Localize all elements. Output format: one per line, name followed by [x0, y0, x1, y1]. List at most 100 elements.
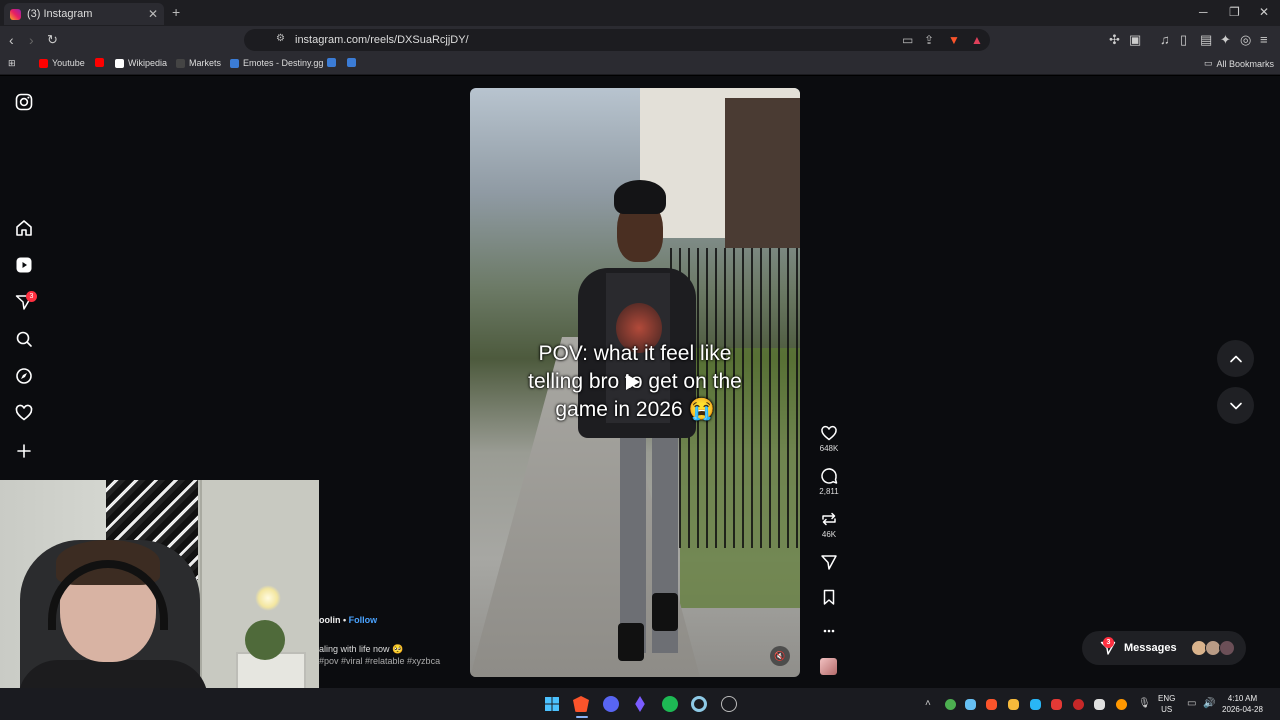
extensions-icon[interactable]: ✣: [1109, 32, 1120, 48]
brave-shields-icon[interactable]: ▼: [948, 33, 960, 47]
save-button[interactable]: [812, 588, 846, 606]
restore-button[interactable]: ❐: [1229, 5, 1240, 19]
youtube-icon: [39, 58, 48, 68]
messages-badge: 3: [1103, 637, 1114, 648]
comment-icon: [821, 468, 838, 484]
tray-app-icon-3[interactable]: [1073, 699, 1084, 710]
microphone-icon[interactable]: 🎙: [1138, 698, 1151, 709]
windows-taskbar: ˄ 🎙 ENG US ▭ 🔊 4:10 AM 2026-04-28: [0, 688, 1280, 720]
brave-browser-icon[interactable]: [573, 696, 589, 712]
network-icon[interactable]: ▭: [1187, 698, 1196, 709]
wallet-icon[interactable]: ▤: [1200, 32, 1212, 48]
discord-icon[interactable]: [603, 696, 619, 712]
bookmark-wikipedia[interactable]: Wikipedia: [115, 58, 167, 68]
all-bookmarks-button[interactable]: ▭ All Bookmarks: [1204, 58, 1274, 69]
explore-icon[interactable]: [14, 366, 34, 386]
create-post-icon[interactable]: [14, 441, 34, 461]
search-tray-icon[interactable]: [1116, 699, 1127, 710]
close-window-button[interactable]: ✕: [1259, 5, 1269, 19]
comment-count: 2,811: [819, 487, 839, 496]
vpn-tray-icon[interactable]: [1051, 699, 1062, 710]
apps-grid-icon[interactable]: ⊞: [8, 58, 16, 69]
play-icon[interactable]: [626, 374, 640, 390]
bookmarks-bar: ⊞ Youtube Wikipedia Markets Emotes - Des…: [0, 54, 1280, 75]
chrome-tray-icon[interactable]: [945, 699, 956, 710]
search-icon[interactable]: [14, 329, 34, 349]
brave-rewards-icon[interactable]: ▲: [971, 33, 983, 47]
messages-button[interactable]: 3 Messages: [1082, 631, 1246, 665]
bookmark-destiny-emotes[interactable]: Emotes - Destiny.gg: [230, 58, 323, 68]
cast-icon[interactable]: ▭: [902, 33, 913, 47]
chevron-down-icon: [1229, 402, 1242, 409]
tab-close-icon[interactable]: ✕: [148, 7, 158, 21]
tray-app-icon-1[interactable]: [1008, 699, 1019, 710]
post-hashtags[interactable]: #pov #viral #relatable #xyzbca: [319, 656, 440, 666]
steam-tray-icon[interactable]: [965, 699, 976, 710]
notifications-heart-icon[interactable]: [14, 403, 34, 423]
bookmark-youtube[interactable]: Youtube: [39, 58, 85, 68]
repost-count: 46K: [821, 530, 837, 539]
reload-icon[interactable]: ↻: [47, 32, 58, 48]
send-icon: [821, 555, 837, 570]
speaker-muted-icon: 🔇: [774, 651, 786, 661]
right-shoe: [652, 593, 678, 631]
post-author[interactable]: oolin • Follow: [319, 615, 377, 625]
post-description: aling with life now 🥺: [319, 644, 404, 654]
brave-tray-icon[interactable]: [986, 699, 997, 710]
obsidian-icon[interactable]: [635, 696, 645, 712]
follow-button[interactable]: Follow: [349, 615, 378, 625]
repost-button[interactable]: 46K: [812, 510, 846, 539]
site-info-icon[interactable]: ⚙: [276, 33, 285, 44]
new-tab-button[interactable]: +: [172, 4, 180, 20]
reels-icon[interactable]: [14, 255, 34, 275]
spotify-icon[interactable]: [662, 696, 678, 712]
system-clock[interactable]: 4:10 AM 2026-04-28: [1222, 693, 1263, 715]
destiny-icon: [327, 58, 336, 67]
more-dots-icon: [823, 629, 835, 633]
message-avatar-3: [1219, 640, 1235, 656]
more-options-button[interactable]: [812, 622, 846, 640]
leo-ai-icon[interactable]: ✦: [1220, 32, 1231, 48]
bookmark-markets[interactable]: Markets: [176, 58, 221, 68]
mute-button[interactable]: 🔇: [770, 646, 790, 666]
left-shoe: [618, 623, 644, 661]
vpn-icon[interactable]: ◎: [1240, 32, 1251, 48]
sidebar-toggle-icon[interactable]: ▯: [1180, 32, 1187, 48]
address-bar[interactable]: ⚙ instagram.com/reels/DXSuaRcjjDY/ ▭ ⇪ ▼…: [244, 29, 990, 51]
lamp-glow: [255, 585, 281, 611]
input-language[interactable]: ENG US: [1158, 693, 1175, 715]
wikipedia-icon: [115, 58, 124, 68]
bookmark-destiny-3[interactable]: [347, 58, 356, 67]
media-icon[interactable]: ♫: [1160, 32, 1170, 47]
previous-reel-button[interactable]: [1217, 340, 1254, 377]
tab-instagram[interactable]: (3) Instagram ✕: [4, 3, 164, 25]
author-username[interactable]: oolin: [319, 615, 341, 625]
bookmark-youtube-2[interactable]: [95, 58, 104, 67]
back-icon[interactable]: ‹: [9, 32, 14, 48]
reel-video[interactable]: POV: what it feel like telling bro to ge…: [470, 88, 800, 677]
share-icon[interactable]: ⇪: [924, 33, 934, 47]
webcam-overlay: [0, 480, 319, 720]
share-button[interactable]: [812, 553, 846, 571]
menu-icon[interactable]: ≡: [1260, 32, 1268, 47]
ccleaner-icon[interactable]: [691, 696, 707, 712]
audio-thumbnail[interactable]: [820, 658, 837, 675]
instagram-logo-icon[interactable]: [14, 92, 34, 112]
bookmark-icon: [823, 589, 835, 605]
minimize-button[interactable]: ─: [1199, 5, 1208, 19]
volume-icon[interactable]: 🔊: [1203, 698, 1215, 709]
bookmark-destiny-2[interactable]: [327, 58, 336, 67]
like-button[interactable]: 648K: [812, 424, 846, 453]
messages-label: Messages: [1124, 642, 1177, 654]
screenshot-icon[interactable]: ▣: [1129, 32, 1141, 48]
obs-icon[interactable]: [721, 696, 737, 712]
forward-icon[interactable]: ›: [29, 32, 34, 48]
next-reel-button[interactable]: [1217, 387, 1254, 424]
tray-app-icon-4[interactable]: [1094, 699, 1105, 710]
home-icon[interactable]: [14, 218, 34, 238]
tray-overflow-icon[interactable]: ˄: [925, 698, 931, 709]
destiny-icon: [347, 58, 356, 67]
comment-button[interactable]: 2,811: [812, 467, 846, 496]
tray-app-icon-2[interactable]: [1030, 699, 1041, 710]
windows-start-icon[interactable]: [544, 696, 560, 712]
